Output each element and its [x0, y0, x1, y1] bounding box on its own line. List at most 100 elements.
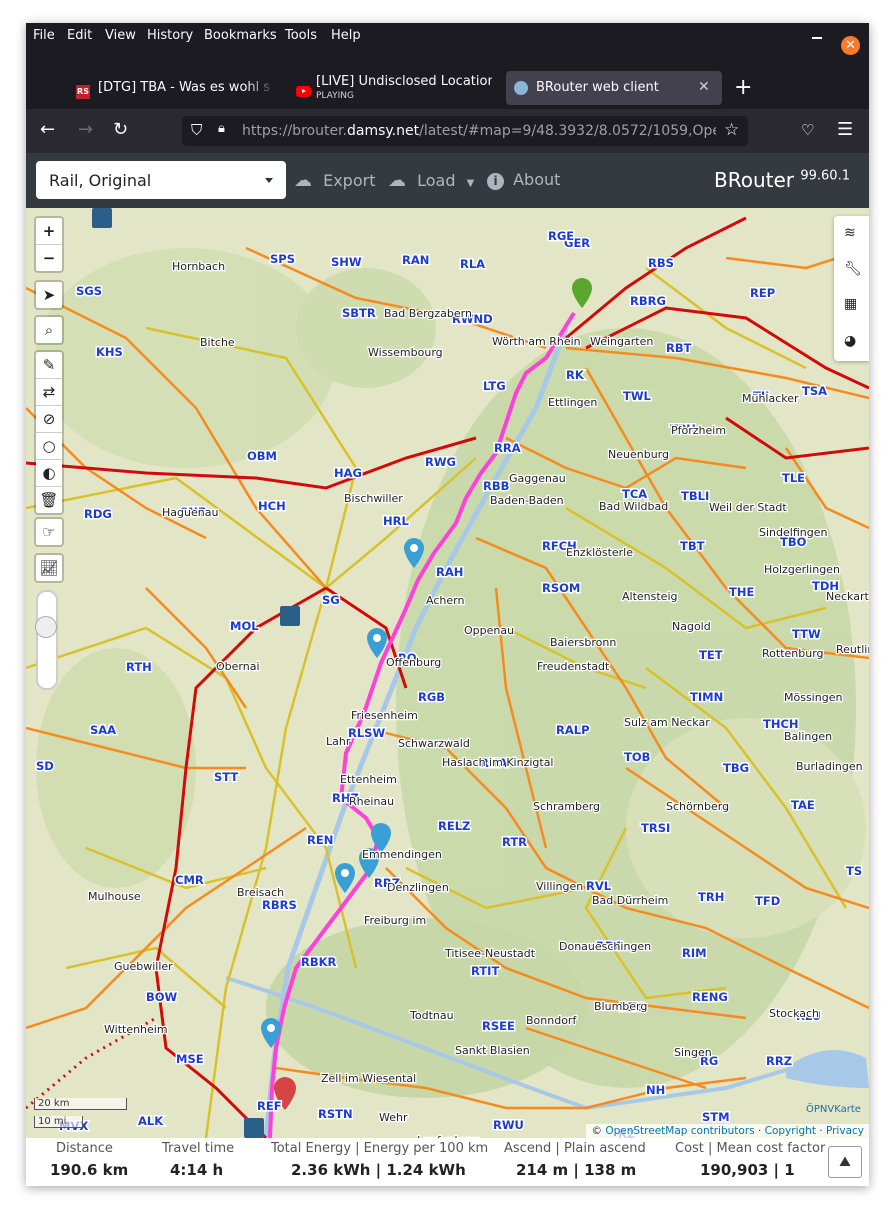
tab-label: [LIVE] Undisclosed Location - [316, 74, 492, 89]
menu-bookmarks[interactable]: Bookmarks [204, 28, 277, 43]
browser-window: File Edit View History Bookmarks Tools H… [26, 23, 869, 1186]
minimize-icon[interactable] [812, 37, 822, 39]
tab-brouter[interactable]: BRouter web client ✕ [506, 71, 722, 105]
bookmark-star-icon[interactable]: ☆ [724, 120, 739, 140]
locate-icon[interactable]: ➤ [36, 282, 62, 308]
station-label: RALP [556, 723, 590, 737]
elevation-toggle-button[interactable]: ⛰ [828, 1146, 862, 1178]
map-canvas[interactable]: GER RGE RLA RBS SPS SHW RAN SGS SBTR RWND RBRG REP K… [26, 208, 869, 1138]
cloud-download-icon: ☁ [294, 170, 312, 191]
zoom-out-button[interactable]: − [36, 245, 62, 271]
ban-icon[interactable]: ⊘ [36, 406, 62, 433]
station-label: RSEE [482, 1019, 515, 1033]
menu-file[interactable]: File [33, 28, 55, 43]
caret-down-icon: ▼ [466, 178, 475, 189]
shuffle-icon[interactable]: ⇄ [36, 379, 62, 406]
pocket-icon[interactable]: ♡ [801, 120, 814, 140]
privacy-link[interactable]: Privacy [826, 1125, 864, 1137]
back-icon[interactable]: ← [40, 120, 55, 140]
station-label: TSA [802, 384, 827, 398]
town-label: Ettenheim [340, 773, 397, 786]
station-label: RTH [126, 660, 152, 674]
zoom-slider[interactable] [35, 590, 58, 690]
trash-icon[interactable]: 🗑︎ [36, 487, 62, 513]
station-label: SBTR [342, 306, 376, 320]
tab-live[interactable]: [LIVE] Undisclosed Location - PLAYING [286, 71, 496, 105]
profile-select[interactable]: Rail, Original [36, 161, 286, 199]
hamburger-menu-icon[interactable]: ☰ [837, 120, 853, 140]
station-label: RDG [84, 507, 112, 521]
forward-icon[interactable]: → [78, 120, 93, 140]
station-label: RSOM [542, 581, 580, 595]
town-label: Gaggenau [509, 472, 566, 485]
town-label: Schramberg [533, 800, 600, 813]
tab-label: BRouter web client [536, 80, 659, 95]
station-label: RAH [436, 565, 463, 579]
search-icon[interactable]: ⌕ [36, 317, 62, 343]
lock-icon[interactable]: 🔒︎ [218, 121, 225, 136]
tab-dtg[interactable]: RS [DTG] TBA - Was es wohl sein [66, 71, 276, 105]
station-label: RVL [586, 879, 612, 893]
town-label: Burladingen [796, 760, 863, 773]
town-label: Freudenstadt [537, 660, 610, 673]
menu-edit[interactable]: Edit [67, 28, 92, 43]
station-label: ALK [138, 1114, 164, 1128]
town-label: Emmendingen [362, 848, 442, 861]
menu-view[interactable]: View [105, 28, 136, 43]
wrench-icon[interactable]: 🔧︎ [844, 261, 862, 277]
info-icon: i [487, 173, 504, 190]
station-label: SD [36, 759, 54, 773]
about-button[interactable]: i About [487, 170, 560, 190]
line-chart-icon[interactable]: 📈︎ [36, 555, 62, 581]
copyright-link[interactable]: Copyright [765, 1125, 816, 1137]
menu-history[interactable]: History [147, 28, 193, 43]
station-label: TS [846, 864, 862, 878]
station-label: RELZ [438, 819, 470, 833]
brouter-icon [514, 81, 528, 95]
station-label: REF [257, 1099, 282, 1113]
url-text[interactable]: https://brouter.damsy.net/latest/#map=9/… [242, 123, 716, 139]
osm-link[interactable]: OpenStreetMap contributors [605, 1125, 754, 1137]
station-label: MOL [230, 619, 259, 633]
station-label: THE [729, 585, 754, 599]
town-label: Pforzheim [671, 424, 726, 437]
menu-help[interactable]: Help [331, 28, 361, 43]
search-control: ⌕ [34, 315, 64, 345]
town-label: Bad Wildbad [599, 500, 668, 513]
load-button[interactable]: ☁ Load ▼ [388, 170, 474, 191]
station-label: MSE [176, 1052, 204, 1066]
rs-icon: RS [76, 85, 90, 99]
station-label: SGS [76, 284, 102, 298]
station-label: HCH [258, 499, 286, 513]
town-label: Bonndorf [526, 1014, 577, 1027]
layers-icon[interactable]: ≋ [844, 225, 860, 241]
pencil-icon[interactable]: ✎ [36, 352, 62, 379]
circle-icon[interactable]: ○ [36, 433, 62, 460]
zoom-in-button[interactable]: + [36, 218, 62, 245]
town-label: Villingen [536, 880, 583, 893]
menu-tools[interactable]: Tools [285, 28, 317, 43]
reload-icon[interactable]: ↻ [113, 120, 128, 140]
town-label: Titisee-Neustadt [444, 947, 536, 960]
town-label: Breisach [237, 886, 284, 899]
town-label: Mössingen [784, 691, 842, 704]
close-window-icon[interactable]: ✕ [841, 36, 860, 55]
export-button[interactable]: ☁ Export [294, 170, 375, 191]
shield-icon[interactable]: ⛉ [191, 121, 202, 139]
attribution: © OpenStreetMap contributors · Copyright… [586, 1124, 869, 1138]
marker-icon[interactable]: ◐ [36, 460, 62, 487]
station-label: RSTN [318, 1107, 353, 1121]
town-label: Mühlacker [742, 392, 799, 405]
url-bar[interactable]: ⛉ 🔒︎ https://brouter.damsy.net/latest/#m… [182, 116, 748, 146]
scale-mi: 10 mi [34, 1116, 83, 1128]
hand-control: ☞ [34, 517, 64, 547]
hand-pointer-icon[interactable]: ☞ [36, 519, 62, 545]
station-label: RWG [425, 455, 456, 469]
zoom-slider-handle[interactable] [35, 616, 57, 638]
station-label: TOB [624, 750, 650, 764]
station-label: RTIT [471, 964, 499, 978]
new-tab-icon[interactable]: + [734, 77, 752, 99]
table-icon[interactable]: ▦ [844, 296, 860, 312]
pie-chart-icon[interactable]: ◕ [844, 333, 860, 349]
tab-close-icon[interactable]: ✕ [698, 79, 710, 95]
